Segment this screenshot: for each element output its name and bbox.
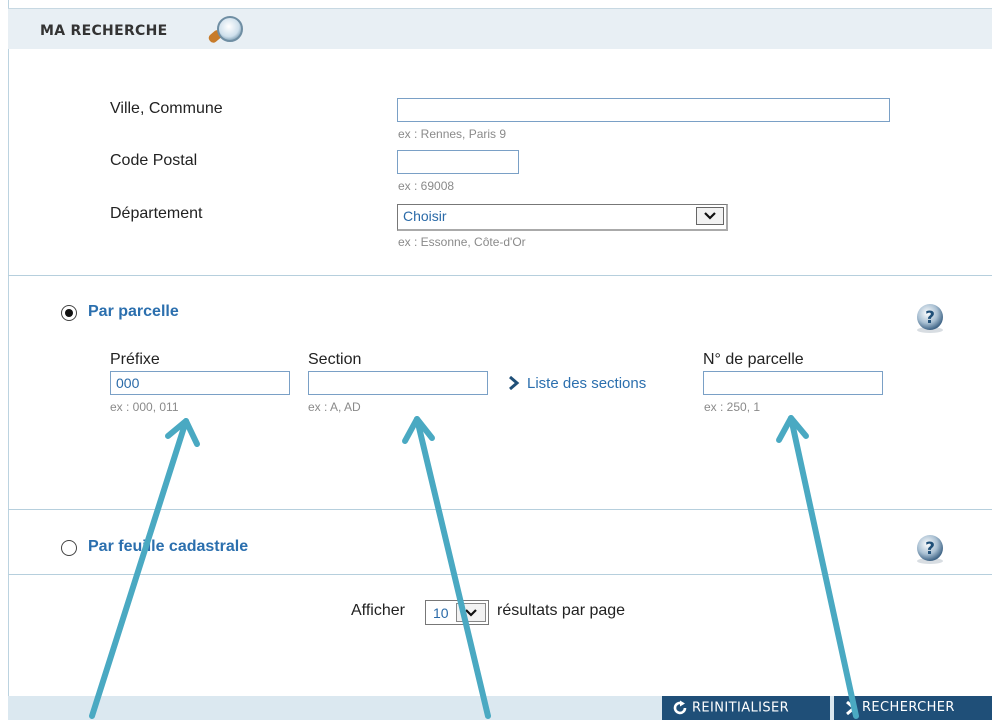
- sheet-mode-label[interactable]: Par feuille cadastrale: [88, 538, 248, 556]
- section-input[interactable]: [308, 371, 488, 395]
- help-icon[interactable]: ?: [913, 303, 947, 333]
- postal-code-hint: ex : 69008: [398, 179, 455, 193]
- results-per-page-select[interactable]: 10: [425, 600, 489, 625]
- svg-text:?: ?: [925, 539, 935, 559]
- panel-header: MA RECHERCHE: [8, 8, 992, 49]
- department-label: Département: [110, 205, 203, 222]
- dropdown-arrow-icon[interactable]: [696, 207, 724, 225]
- parcel-mode-radio[interactable]: [61, 305, 77, 321]
- refresh-icon: [673, 700, 687, 715]
- parcel-number-label: N° de parcelle: [703, 351, 804, 368]
- postal-code-input[interactable]: [397, 150, 519, 174]
- parcel-number-input[interactable]: [703, 371, 883, 395]
- annotation-arrow-prefix: [89, 418, 200, 719]
- annotation-arrow-parcel: [776, 415, 859, 719]
- search-button-label: RECHERCHER: [862, 700, 955, 715]
- section-divider: [8, 275, 992, 276]
- city-hint: ex : Rennes, Paris 9: [398, 127, 507, 141]
- chevron-right-icon: [509, 376, 520, 390]
- parcel-mode-label[interactable]: Par parcelle: [88, 303, 179, 321]
- reset-button-label: REINITIALISER: [692, 700, 790, 716]
- annotation-arrow-section: [402, 416, 491, 719]
- prefix-input[interactable]: [110, 371, 290, 395]
- section-label: Section: [308, 351, 362, 368]
- parcel-number-hint: ex : 250, 1: [704, 400, 761, 414]
- magnifier-icon: [208, 16, 243, 43]
- chevron-right-icon: [846, 700, 857, 715]
- radio-selected-dot: [65, 309, 73, 317]
- search-button[interactable]: RECHERCHER: [834, 696, 992, 720]
- dropdown-arrow-icon[interactable]: [456, 603, 486, 622]
- prefix-label: Préfixe: [110, 351, 160, 368]
- results-per-page-value: 10: [433, 605, 449, 621]
- section-divider: [8, 574, 992, 575]
- sections-list-link[interactable]: Liste des sections: [527, 375, 646, 392]
- department-selected-value: Choisir: [403, 208, 447, 224]
- city-input[interactable]: [397, 98, 890, 122]
- reset-button[interactable]: REINITIALISER: [662, 696, 830, 720]
- prefix-hint: ex : 000, 011: [110, 400, 179, 414]
- search-panel: MA RECHERCHE Ville, Commune ex : Rennes,…: [0, 0, 992, 720]
- sheet-mode-radio[interactable]: [61, 540, 77, 556]
- section-divider: [8, 509, 992, 510]
- department-select[interactable]: Choisir: [397, 204, 728, 231]
- help-icon[interactable]: ?: [913, 534, 947, 564]
- section-hint: ex : A, AD: [308, 400, 361, 414]
- panel-left-border: [8, 0, 9, 720]
- panel-title: MA RECHERCHE: [40, 23, 168, 39]
- postal-code-label: Code Postal: [110, 152, 198, 169]
- results-suffix-label: résultats par page: [497, 602, 626, 619]
- results-prefix-label: Afficher: [351, 602, 405, 619]
- city-label: Ville, Commune: [110, 100, 223, 117]
- svg-text:?: ?: [925, 308, 935, 328]
- department-hint: ex : Essonne, Côte-d'Or: [398, 235, 526, 249]
